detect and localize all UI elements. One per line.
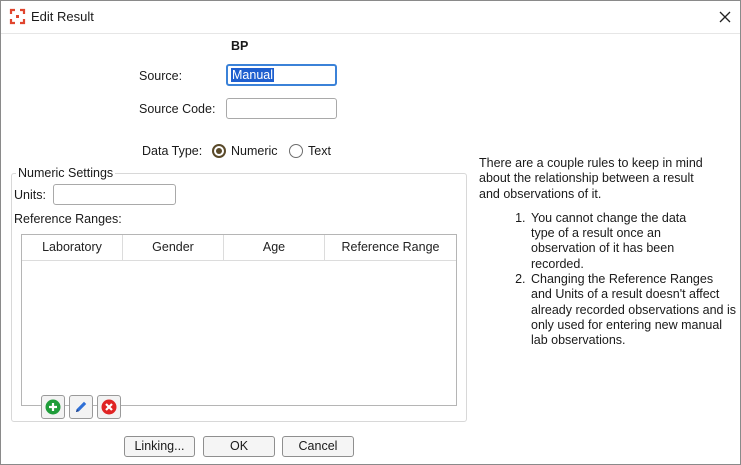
units-input[interactable] xyxy=(53,184,176,205)
edit-range-button[interactable] xyxy=(69,395,93,419)
numeric-radio[interactable] xyxy=(212,144,226,158)
column-laboratory[interactable]: Laboratory xyxy=(22,235,123,260)
source-value: Manual xyxy=(231,68,274,82)
window-title: Edit Result xyxy=(31,9,94,24)
edit-pencil-icon xyxy=(76,401,87,412)
data-type-label: Data Type: xyxy=(142,144,203,158)
app-logo-icon xyxy=(9,8,26,25)
help-rules-list: You cannot change the data type of a res… xyxy=(479,211,739,349)
add-icon xyxy=(45,399,61,415)
delete-range-button[interactable] xyxy=(97,395,121,419)
units-label: Units: xyxy=(14,188,46,202)
source-code-label: Source Code: xyxy=(139,102,216,116)
title-bar: Edit Result xyxy=(1,1,740,34)
source-label: Source: xyxy=(139,69,183,83)
result-heading: BP xyxy=(231,39,249,53)
edit-result-dialog: Edit Result BP Source: Manual Source Cod… xyxy=(0,0,741,465)
numeric-settings-title: Numeric Settings xyxy=(16,166,116,180)
reference-ranges-label: Reference Ranges: xyxy=(14,212,122,226)
help-text: There are a couple rules to keep in mind… xyxy=(479,156,739,349)
cancel-button[interactable]: Cancel xyxy=(282,436,354,457)
help-rule: You cannot change the data type of a res… xyxy=(529,211,703,272)
delete-icon xyxy=(101,399,117,415)
add-range-button[interactable] xyxy=(41,395,65,419)
close-button[interactable] xyxy=(709,2,740,32)
help-intro: There are a couple rules to keep in mind… xyxy=(479,156,703,201)
column-reference-range[interactable]: Reference Range xyxy=(325,235,456,260)
source-input[interactable]: Manual xyxy=(226,64,337,86)
reference-ranges-table[interactable]: Laboratory Gender Age Reference Range xyxy=(21,234,457,406)
source-code-input[interactable] xyxy=(226,98,337,119)
text-radio[interactable] xyxy=(289,144,303,158)
table-header: Laboratory Gender Age Reference Range xyxy=(22,235,456,261)
help-rule: Changing the Reference Ranges and Units … xyxy=(529,272,737,348)
numeric-radio-label[interactable]: Numeric xyxy=(231,144,278,158)
ok-button[interactable]: OK xyxy=(203,436,275,457)
linking-button[interactable]: Linking... xyxy=(124,436,195,457)
column-gender[interactable]: Gender xyxy=(123,235,224,260)
text-radio-label[interactable]: Text xyxy=(308,144,331,158)
close-icon xyxy=(719,11,730,23)
column-age[interactable]: Age xyxy=(224,235,325,260)
